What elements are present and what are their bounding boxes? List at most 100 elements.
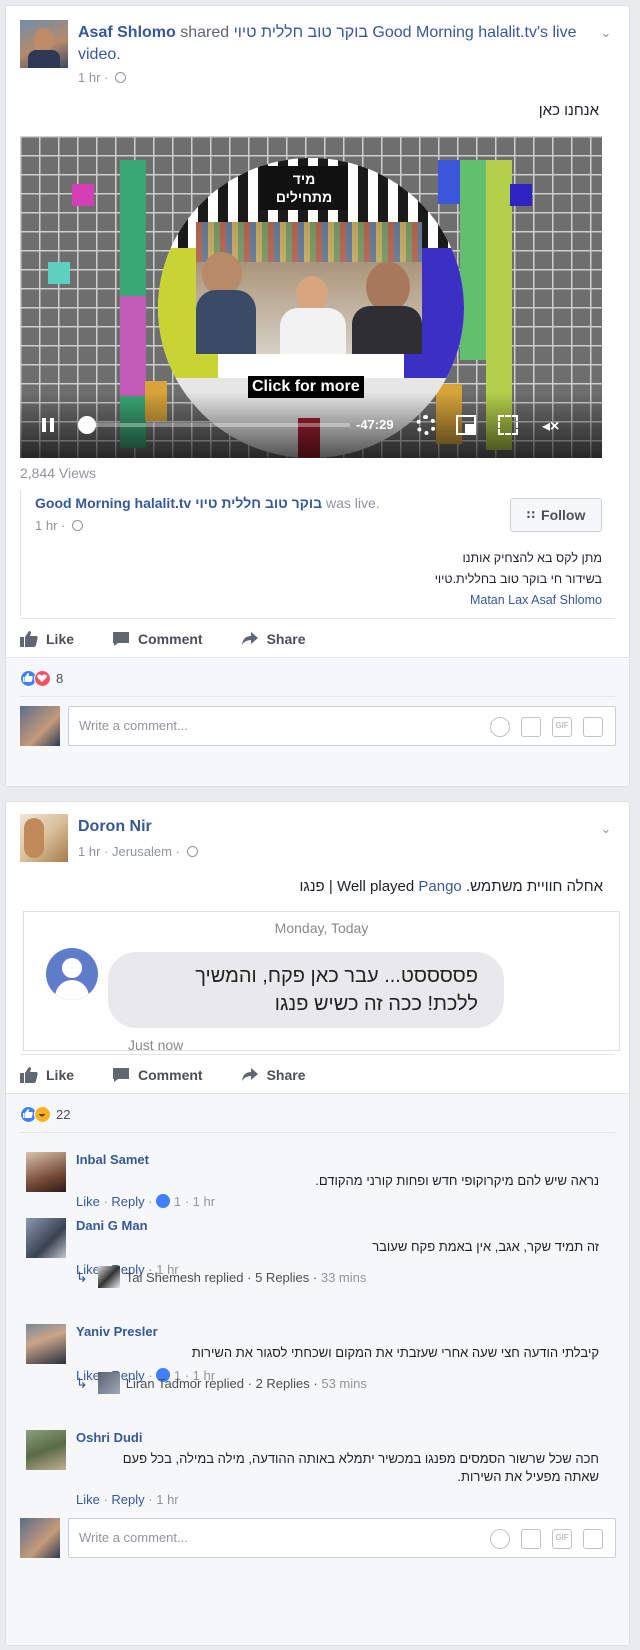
reply-time: 53 mins xyxy=(321,1375,367,1391)
commenter-name[interactable]: Dani G Man xyxy=(76,1218,148,1233)
author-name[interactable]: Asaf Shlomo xyxy=(78,24,176,41)
reaction-summary[interactable]: 22 xyxy=(20,1106,70,1123)
replier-text: Liran Tadmor replied xyxy=(125,1375,245,1391)
video-progress-track[interactable] xyxy=(78,416,350,434)
like-button[interactable]: Like xyxy=(20,630,75,647)
commenter-avatar[interactable] xyxy=(26,1430,66,1470)
camera-icon[interactable] xyxy=(521,1529,541,1549)
comment-time[interactable]: 1 hr xyxy=(193,1194,215,1209)
author-avatar[interactable] xyxy=(20,814,68,862)
follow-button[interactable]: ∷ Follow xyxy=(510,498,602,532)
post-card-1: Asaf Shlomo shared בוקר טוב חללית טיוי G… xyxy=(5,5,630,787)
shared-page-link[interactable]: בוקר טוב חללית טיוי Good Morning halalit… xyxy=(234,24,548,41)
commenter-avatar[interactable] xyxy=(26,1218,66,1258)
time-remaining: -47:29 xyxy=(356,417,394,432)
comment-reply-link[interactable]: Reply xyxy=(111,1492,144,1507)
comment-icon xyxy=(113,631,130,646)
author-name[interactable]: Doron Nir xyxy=(78,818,152,835)
reply-count: 2 Replies xyxy=(255,1375,310,1391)
like-reaction-icon xyxy=(156,1194,171,1208)
viewer-avatar[interactable] xyxy=(20,706,60,746)
post-location[interactable]: Jerusalem xyxy=(112,844,172,859)
fullscreen-icon[interactable] xyxy=(498,415,518,435)
comment-item: Dani G Man זה תמיד שקר, אגב, אין באמת פק… xyxy=(26,1218,609,1308)
comment-actions: Like · Reply · 1 hr xyxy=(76,1492,179,1507)
divider xyxy=(20,1132,615,1133)
chevron-down-icon[interactable]: ⌄ xyxy=(599,822,613,836)
viewer-avatar[interactable] xyxy=(20,1518,60,1558)
like-button[interactable]: Like xyxy=(20,1066,75,1083)
shared-page-meta: 1 hr · xyxy=(35,518,83,533)
pause-icon[interactable] xyxy=(42,418,54,432)
post-time[interactable]: 1 hr xyxy=(78,844,100,859)
shared-time[interactable]: 1 hr xyxy=(35,518,57,533)
comment-like-count[interactable]: 1 xyxy=(174,1194,181,1209)
commenter-avatar[interactable] xyxy=(26,1324,66,1364)
share-button[interactable]: Share xyxy=(241,1067,306,1083)
comments-area: 22 Inbal Samet נראה שיש להם מיקרוקופי חד… xyxy=(6,1093,629,1645)
chat-date: Monday, Today xyxy=(274,920,369,936)
chevron-down-icon[interactable]: ⌄ xyxy=(599,26,613,40)
comment-button[interactable]: Comment xyxy=(112,631,203,647)
share-button[interactable]: Share xyxy=(241,631,306,647)
replier-avatar xyxy=(97,1372,120,1394)
comment-icon xyxy=(113,1067,130,1082)
reply-summary[interactable]: ↳ Tal Shemesh replied · 5 Replies · 33 m… xyxy=(76,1266,366,1288)
comment-text: נראה שיש להם מיקרוקופי חדש ופחות קורני מ… xyxy=(315,1173,599,1188)
post-card-2: Doron Nir 1 hr · Jerusalem · ⌄ אחלה חווי… xyxy=(5,801,630,1646)
post-header: Doron Nir xyxy=(78,818,152,836)
reply-count: 5 Replies xyxy=(255,1269,310,1285)
comment-actions: Like · Reply · 1 · 1 hr xyxy=(76,1194,216,1209)
post-text: אנחנו כאן xyxy=(538,102,599,119)
camera-icon[interactable] xyxy=(521,717,541,737)
love-reaction-icon xyxy=(34,670,51,687)
comments-area: 8 Write a comment... GIF xyxy=(6,657,629,786)
reply-summary[interactable]: ↳ Liran Tadmor replied · 2 Replies · 53 … xyxy=(76,1372,367,1394)
sticker-icon[interactable] xyxy=(583,717,603,737)
desc-line-3[interactable]: Matan Lax Asaf Shlomo xyxy=(435,590,602,611)
post-text-2: Well played xyxy=(336,878,415,895)
shared-page-name[interactable]: Good Morning halalit.tv בוקר טוב חללית ט… xyxy=(35,495,322,511)
post-time[interactable]: 1 hr xyxy=(78,70,100,85)
reply-arrow-icon: ↳ xyxy=(76,1374,88,1391)
like-label: Like xyxy=(46,1066,75,1083)
commenter-avatar[interactable] xyxy=(26,1152,66,1192)
shared-page-box: Good Morning halalit.tv בוקר טוב חללית ט… xyxy=(20,490,602,616)
emoji-icon[interactable] xyxy=(490,717,510,737)
commenter-name[interactable]: Yaniv Presler xyxy=(76,1324,158,1339)
author-avatar[interactable] xyxy=(20,20,68,68)
emoji-icon[interactable] xyxy=(490,1529,510,1549)
share-icon xyxy=(241,1067,258,1081)
shared-description: מתן לקס בא להצחיק אותנו בשידור חי בוקר ט… xyxy=(435,548,602,611)
sticker-icon[interactable] xyxy=(583,1529,603,1549)
settings-gear-icon[interactable] xyxy=(416,415,436,435)
post-text-1: אחלה חוויית משתמש. xyxy=(465,878,603,895)
globe-icon xyxy=(186,846,198,857)
commenter-name[interactable]: Oshri Dudi xyxy=(76,1430,142,1445)
gif-icon[interactable]: GIF xyxy=(552,1529,572,1549)
like-label: Like xyxy=(46,630,75,647)
replier-text: Tal Shemesh replied xyxy=(125,1269,244,1285)
pango-link[interactable]: Pango xyxy=(418,878,461,895)
comment-like-link[interactable]: Like xyxy=(76,1492,100,1507)
replier-avatar xyxy=(97,1266,120,1288)
comment-input[interactable]: Write a comment... GIF xyxy=(68,706,616,746)
view-count: 2,844 Views xyxy=(20,465,97,481)
post-text: אחלה חוויית משתמש. Well played Pango | פ… xyxy=(299,878,603,895)
comment-text-line-1: חכה שכל שרשור הסמסים מפנגו במכשיר יתמלא … xyxy=(122,1451,599,1466)
comment-item: Yaniv Presler קיבלתי הודעה חצי שעה אחרי … xyxy=(26,1324,609,1414)
commenter-name[interactable]: Inbal Samet xyxy=(76,1152,149,1167)
action-bar: Like Comment Share xyxy=(20,618,615,658)
gif-icon[interactable]: GIF xyxy=(552,717,572,737)
thumbs-up-icon xyxy=(20,630,38,647)
video-player[interactable]: מיד מתחילים Click for more -47:29 ◂× xyxy=(20,136,602,458)
popout-icon[interactable] xyxy=(456,415,476,435)
comment-input[interactable]: Write a comment... GIF xyxy=(68,1518,616,1558)
comment-reply-link[interactable]: Reply xyxy=(111,1194,144,1209)
mute-icon[interactable]: ◂× xyxy=(542,416,559,436)
comment-button[interactable]: Comment xyxy=(112,1067,203,1083)
comment-like-link[interactable]: Like xyxy=(76,1194,100,1209)
comment-time[interactable]: 1 hr xyxy=(156,1492,178,1507)
bubble-line-2: ללכת! ככה זה כשיש פנגו xyxy=(274,993,478,1015)
reaction-summary[interactable]: 8 xyxy=(20,670,63,687)
